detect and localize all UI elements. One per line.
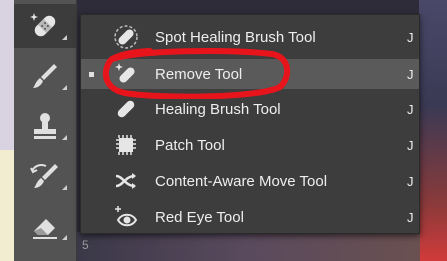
patch-tool-icon xyxy=(116,135,136,155)
tool-history-brush[interactable] xyxy=(14,154,76,198)
menu-item-shortcut: J xyxy=(407,173,414,189)
tool-group-indicator xyxy=(62,35,67,40)
canvas-background-bottom xyxy=(75,232,420,261)
menu-item-label: Red Eye Tool xyxy=(155,208,244,226)
canvas-background-right xyxy=(419,0,447,261)
menu-item-label: Content-Aware Move Tool xyxy=(155,172,328,190)
healing-brush-icon xyxy=(117,100,135,118)
menu-item-shortcut: J xyxy=(407,137,414,153)
tool-flyout-menu: Spot Healing Brush Tool J Remove Tool J … xyxy=(80,14,420,234)
content-aware-move-icon xyxy=(115,173,136,189)
tool-clone-stamp[interactable] xyxy=(14,104,76,148)
menu-item-shortcut: J xyxy=(407,209,414,225)
brush-icon xyxy=(33,64,57,88)
clone-stamp-icon xyxy=(34,113,56,139)
menu-item-shortcut: J xyxy=(407,66,414,82)
menu-item-red-eye[interactable]: Red Eye Tool J xyxy=(81,202,419,232)
tool-group-indicator xyxy=(62,235,67,240)
tools-panel xyxy=(14,0,77,261)
menu-item-shortcut: J xyxy=(407,101,414,117)
menu-item-remove-tool[interactable]: Remove Tool J xyxy=(81,59,419,89)
tool-group-indicator xyxy=(62,85,67,90)
history-brush-icon xyxy=(30,164,58,188)
spot-healing-bandage-icon xyxy=(30,13,56,37)
tool-group-indicator xyxy=(62,135,67,140)
menu-item-spot-healing-brush[interactable]: Spot Healing Brush Tool J xyxy=(81,22,419,52)
menu-item-label: Patch Tool xyxy=(155,136,225,154)
menu-item-content-aware-move[interactable]: Content-Aware Move Tool J xyxy=(81,166,419,196)
menu-item-healing-brush[interactable]: Healing Brush Tool J xyxy=(81,94,419,124)
tool-spot-healing[interactable] xyxy=(14,4,76,48)
remove-tool-icon xyxy=(115,63,135,83)
toolbar-overflow-number: 5 xyxy=(82,238,89,252)
tool-group-indicator xyxy=(62,185,67,190)
red-eye-icon xyxy=(115,206,138,227)
spot-healing-brush-icon xyxy=(114,25,138,49)
selected-bullet xyxy=(89,71,94,77)
menu-item-label: Remove Tool xyxy=(155,65,243,83)
menu-item-label: Spot Healing Brush Tool xyxy=(155,28,316,46)
tool-brush[interactable] xyxy=(14,54,76,98)
tool-eraser[interactable] xyxy=(14,204,76,248)
menu-item-label: Healing Brush Tool xyxy=(155,100,281,118)
eraser-icon xyxy=(33,219,57,239)
menu-item-patch-tool[interactable]: Patch Tool J xyxy=(81,130,419,160)
menu-item-shortcut: J xyxy=(407,29,414,45)
